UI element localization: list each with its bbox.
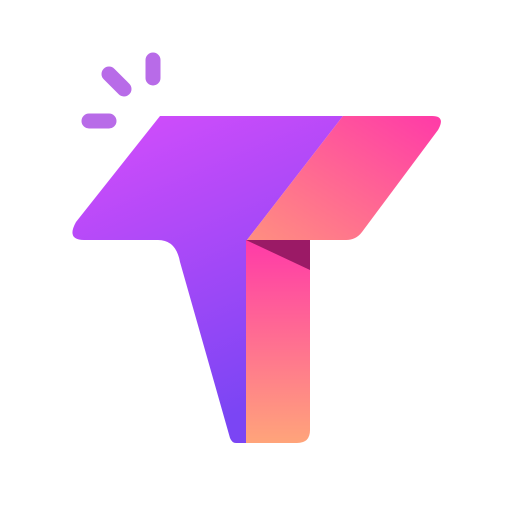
letter-t-logo-icon — [72, 52, 441, 443]
logo-stem — [246, 240, 310, 443]
spark-line-diagonal — [101, 66, 132, 97]
spark-lines-icon — [81, 52, 161, 129]
app-icon-canvas — [0, 0, 512, 512]
